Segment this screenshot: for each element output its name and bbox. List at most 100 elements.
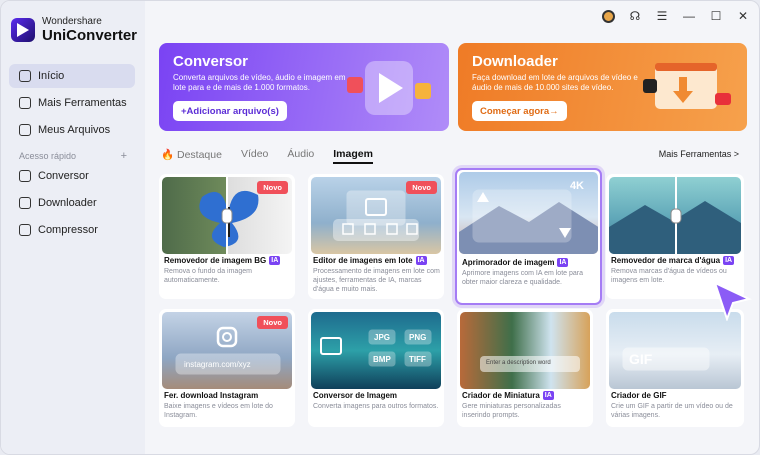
tool-card-batch-editor[interactable]: Novo Editor de imagens em lote IA Process… bbox=[308, 174, 444, 299]
sidebar-item-my-files[interactable]: Meus Arquivos bbox=[9, 118, 135, 142]
converter-illustration-icon bbox=[347, 61, 431, 115]
sidebar-item-downloader[interactable]: Downloader bbox=[9, 191, 135, 215]
tab-label: Destaque bbox=[177, 149, 222, 161]
instagram-url-field: instagram.com/xyz bbox=[184, 360, 251, 369]
fire-icon: 🔥 bbox=[161, 149, 175, 161]
converter-icon bbox=[19, 170, 31, 182]
menu-icon: ☰ bbox=[656, 9, 668, 23]
menu-button[interactable]: ☰ bbox=[654, 8, 670, 24]
download-icon bbox=[19, 197, 31, 209]
card-title-text: Removedor de marca d'água bbox=[611, 256, 721, 265]
new-badge: Novo bbox=[406, 181, 437, 194]
card-title-text: Conversor de Imagem bbox=[313, 391, 398, 400]
add-files-button[interactable]: +Adicionar arquivo(s) bbox=[173, 101, 287, 121]
tool-card-image-enhancer[interactable]: 4K Aprimorador de imagem IA Aprimore imag… bbox=[455, 168, 602, 305]
card-title: Editor de imagens em lote IA bbox=[313, 256, 427, 265]
sidebar-item-home[interactable]: Início bbox=[9, 64, 135, 88]
maximize-button[interactable]: ☐ bbox=[708, 8, 724, 24]
prompt-input: Enter a description word bbox=[486, 360, 551, 366]
tool-card-thumbnail-maker[interactable]: Enter a description word Criador de Mini… bbox=[457, 309, 593, 427]
tab-image[interactable]: Imagem bbox=[333, 148, 373, 164]
close-icon: ✕ bbox=[737, 9, 749, 23]
ai-badge: IA bbox=[723, 256, 735, 265]
card-description: Processamento de imagens em lote com aju… bbox=[313, 268, 440, 293]
format-bmp: BMP bbox=[373, 355, 391, 364]
minimize-button[interactable]: — bbox=[681, 8, 697, 24]
brand-name: Wondershare bbox=[42, 16, 102, 27]
format-tiff: TIFF bbox=[409, 355, 426, 364]
sidebar-item-converter[interactable]: Conversor bbox=[9, 164, 135, 188]
home-icon bbox=[19, 70, 31, 82]
tab-featured[interactable]: 🔥 Destaque bbox=[161, 148, 222, 164]
avatar-icon bbox=[601, 9, 615, 23]
gif-maker-thumbnail: GIF bbox=[609, 312, 741, 389]
tab-video[interactable]: Vídeo bbox=[241, 148, 268, 164]
ai-badge: IA bbox=[557, 258, 569, 267]
new-badge: Novo bbox=[257, 181, 288, 194]
window-controls: ☊ ☰ — ☐ ✕ bbox=[600, 8, 751, 24]
quick-access-header: Acesso rápido + bbox=[19, 150, 127, 162]
ai-badge: IA bbox=[542, 391, 554, 400]
toolbox-icon bbox=[19, 97, 31, 109]
quick-access-label: Acesso rápido bbox=[19, 151, 77, 161]
downloader-illustration-icon bbox=[643, 63, 731, 109]
card-title: Removedor de imagem BG IA bbox=[164, 256, 281, 265]
tool-card-gif-maker[interactable]: GIF Criador de GIF Crie um GIF a partir … bbox=[606, 309, 744, 427]
card-title-text: Criador de Miniatura bbox=[462, 391, 540, 400]
sidebar-item-label: Início bbox=[38, 70, 65, 82]
start-now-button[interactable]: Começar agora→ bbox=[472, 101, 567, 121]
gif-label: GIF bbox=[629, 351, 653, 367]
more-tools-link[interactable]: Mais Ferramentas > bbox=[659, 149, 739, 159]
tool-card-instagram-downloader[interactable]: instagram.com/xyz Novo Fer. download Ins… bbox=[159, 309, 295, 427]
card-description: Crie um GIF a partir de um vídeo ou de v… bbox=[611, 403, 733, 419]
close-button[interactable]: ✕ bbox=[735, 8, 751, 24]
tool-card-image-converter[interactable]: JPG PNG BMP TIFF Conversor de Imagem Con… bbox=[308, 309, 444, 427]
sidebar: Wondershare UniConverter Início Mais Fer… bbox=[1, 1, 145, 454]
watermark-remover-thumbnail bbox=[609, 177, 741, 254]
image-converter-thumbnail: JPG PNG BMP TIFF bbox=[311, 312, 441, 389]
sidebar-item-compressor[interactable]: Compressor bbox=[9, 218, 135, 242]
support-button[interactable]: ☊ bbox=[627, 8, 643, 24]
card-description: Baixe imagens e vídeos em lote do Instag… bbox=[164, 403, 273, 419]
instagram-thumbnail: instagram.com/xyz Novo bbox=[162, 312, 292, 389]
card-description: Converta imagens para outros formatos. bbox=[313, 403, 439, 410]
category-tabs: 🔥 Destaque Vídeo Áudio Imagem bbox=[161, 148, 373, 164]
minimize-icon: — bbox=[683, 9, 695, 23]
files-icon bbox=[19, 124, 31, 136]
converter-description: Converta arquivos de vídeo, áudio e imag… bbox=[173, 73, 346, 92]
card-title: Removedor de marca d'água IA bbox=[611, 256, 735, 265]
sidebar-item-more-tools[interactable]: Mais Ferramentas bbox=[9, 91, 135, 115]
card-title-text: Aprimorador de imagem bbox=[462, 258, 555, 267]
card-description: Aprimore imagens com IA em lote para obt… bbox=[462, 270, 583, 286]
batch-editor-thumbnail: Novo bbox=[311, 177, 441, 254]
downloader-banner[interactable]: Downloader Faça download em lote de arqu… bbox=[458, 43, 747, 131]
sidebar-item-label: Conversor bbox=[38, 170, 89, 182]
tool-card-bg-remover[interactable]: Novo Removedor de imagem BG IA Remova o f… bbox=[159, 174, 295, 299]
account-button[interactable] bbox=[600, 8, 616, 24]
uniconverter-logo-icon bbox=[11, 18, 35, 42]
downloader-title: Downloader bbox=[472, 53, 558, 70]
sidebar-item-label: Downloader bbox=[38, 197, 97, 209]
sidebar-item-label: Mais Ferramentas bbox=[38, 97, 127, 109]
tab-audio[interactable]: Áudio bbox=[287, 148, 314, 164]
app-window: Wondershare UniConverter Início Mais Fer… bbox=[0, 0, 760, 455]
ai-badge: IA bbox=[415, 256, 427, 265]
converter-title: Conversor bbox=[173, 53, 249, 70]
main-area: ☊ ☰ — ☐ ✕ Conversor Converta arquivos de… bbox=[145, 1, 759, 454]
sidebar-item-label: Compressor bbox=[38, 224, 98, 236]
card-title-text: Editor de imagens em lote bbox=[313, 256, 413, 265]
new-badge: Novo bbox=[257, 316, 288, 329]
card-title: Criador de GIF bbox=[611, 391, 667, 400]
4k-badge: 4K bbox=[569, 180, 584, 192]
add-quick-access-button[interactable]: + bbox=[121, 150, 127, 162]
card-title-text: Removedor de imagem BG bbox=[164, 256, 267, 265]
card-title-text: Fer. download Instagram bbox=[164, 391, 259, 400]
format-png: PNG bbox=[409, 333, 427, 342]
card-title: Aprimorador de imagem IA bbox=[462, 258, 569, 267]
compress-icon bbox=[19, 224, 31, 236]
app-name: UniConverter bbox=[42, 27, 138, 44]
mouse-pointer-icon bbox=[713, 281, 752, 321]
ai-badge: IA bbox=[269, 256, 281, 265]
card-title-text: Criador de GIF bbox=[611, 391, 667, 400]
converter-banner[interactable]: Conversor Converta arquivos de vídeo, áu… bbox=[159, 43, 449, 131]
